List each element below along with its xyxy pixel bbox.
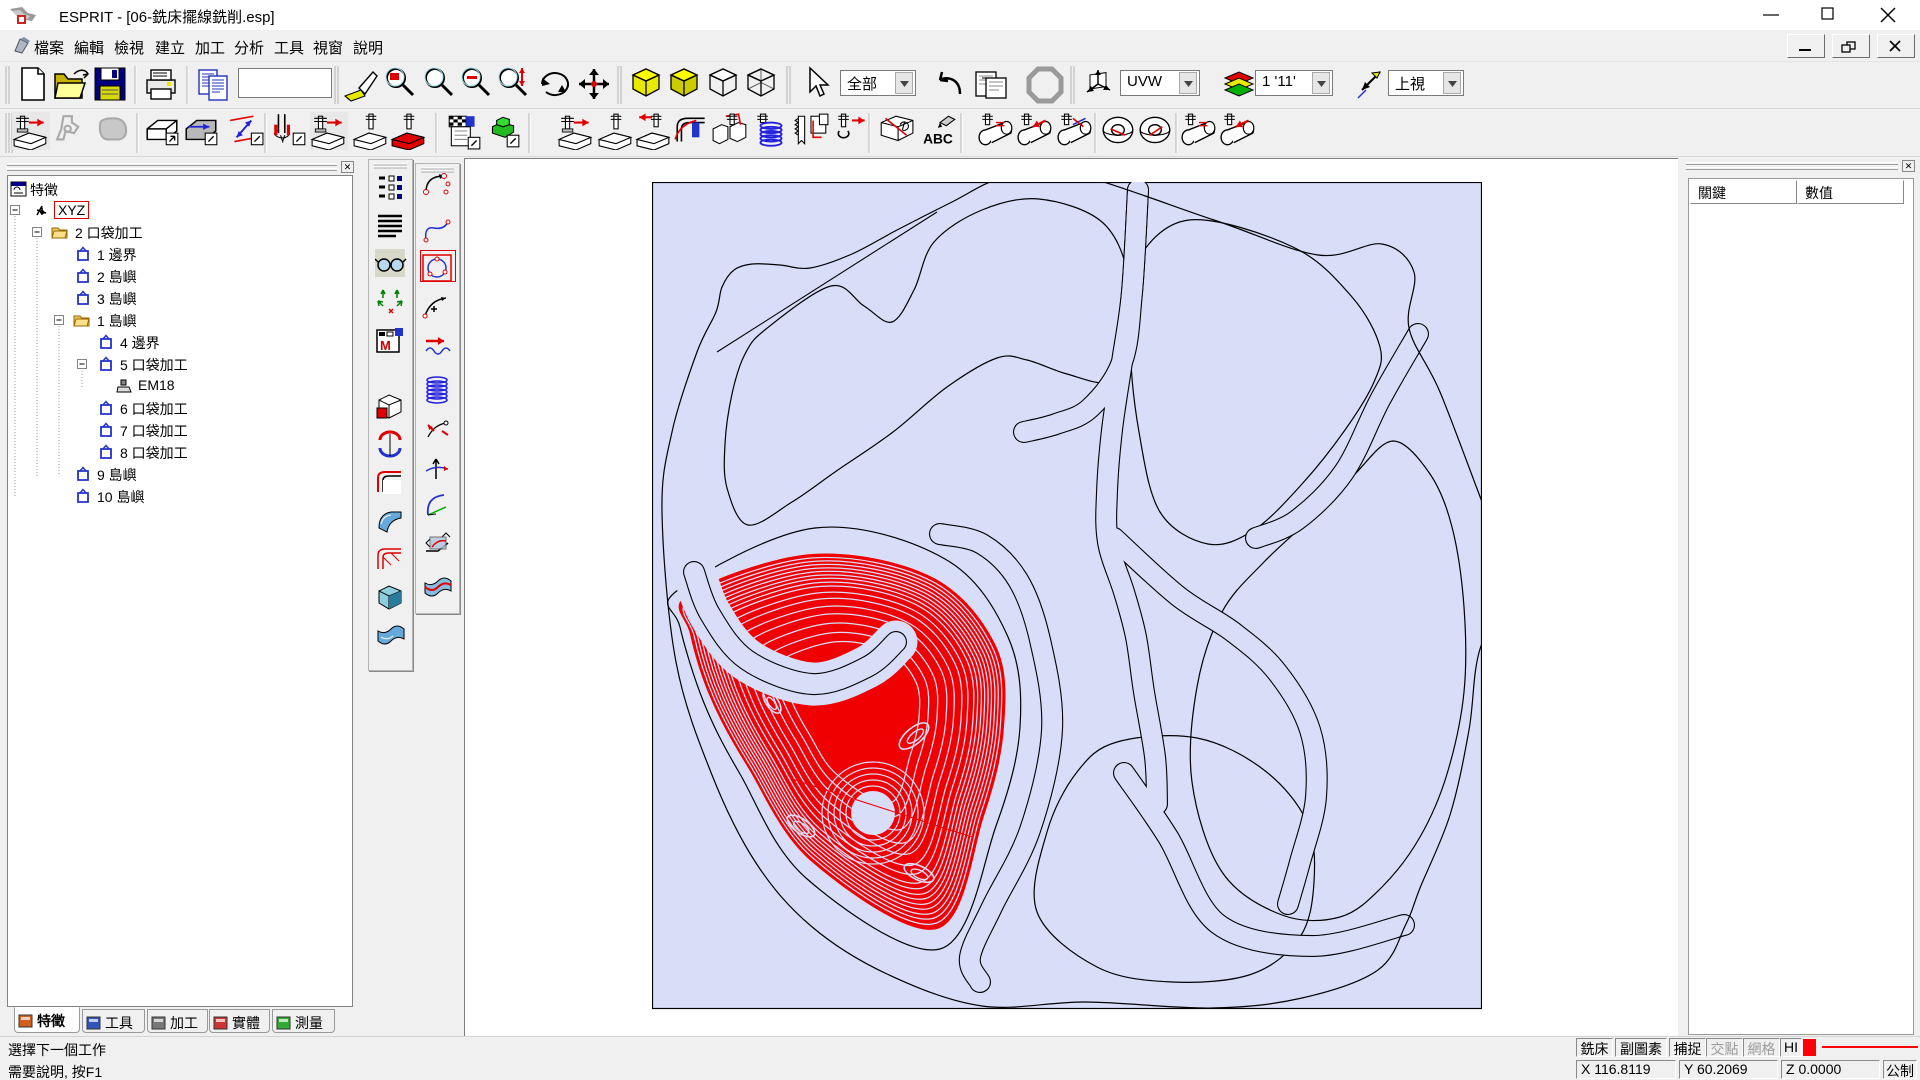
svg-text:ABC: ABC xyxy=(923,132,953,147)
svg-text:M: M xyxy=(380,338,391,353)
